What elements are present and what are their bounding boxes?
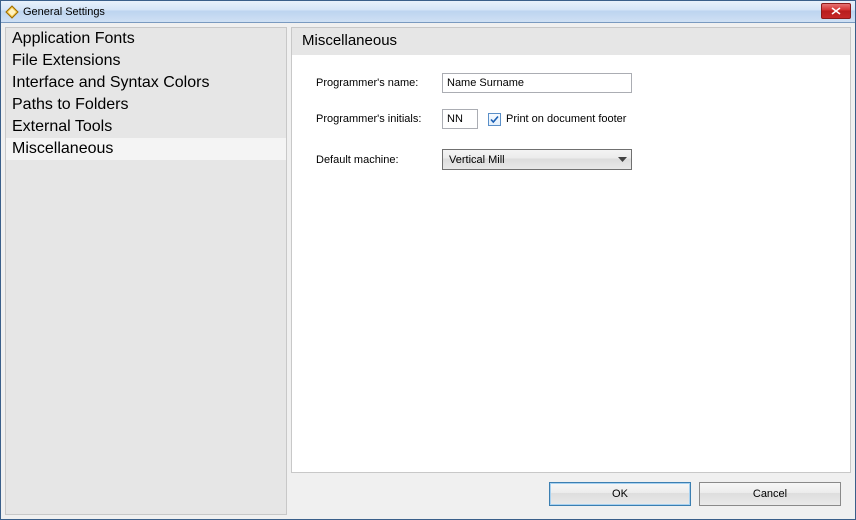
sidebar-item-interface-colors[interactable]: Interface and Syntax Colors (6, 72, 286, 94)
close-button[interactable] (821, 3, 851, 19)
row-programmer-name: Programmer's name: (316, 73, 826, 93)
settings-window: General Settings Application Fonts File … (0, 0, 856, 520)
label-programmer-initials: Programmer's initials: (316, 113, 442, 125)
ok-button[interactable]: OK (549, 482, 691, 506)
input-programmer-name[interactable] (442, 73, 632, 93)
panel-body: Programmer's name: Programmer's initials… (292, 55, 850, 204)
titlebar: General Settings (1, 1, 855, 23)
cancel-button[interactable]: Cancel (699, 482, 841, 506)
label-programmer-name: Programmer's name: (316, 77, 442, 89)
select-default-machine[interactable]: Vertical Mill (442, 149, 632, 170)
app-icon (5, 5, 19, 19)
checkbox-print-footer[interactable] (488, 113, 501, 126)
chevron-down-icon (618, 157, 627, 163)
row-default-machine: Default machine: Vertical Mill (316, 149, 826, 170)
sidebar-item-paths-to-folders[interactable]: Paths to Folders (6, 94, 286, 116)
sidebar-item-file-extensions[interactable]: File Extensions (6, 50, 286, 72)
dialog-footer: OK Cancel (291, 473, 851, 515)
settings-panel: Miscellaneous Programmer's name: Program… (291, 27, 851, 473)
dialog-body: Application Fonts File Extensions Interf… (1, 23, 855, 519)
checkbox-print-footer-wrap: Print on document footer (488, 113, 626, 126)
sidebar-item-application-fonts[interactable]: Application Fonts (6, 28, 286, 50)
category-sidebar: Application Fonts File Extensions Interf… (5, 27, 287, 515)
select-default-machine-value: Vertical Mill (449, 154, 505, 166)
label-print-footer: Print on document footer (506, 113, 626, 125)
row-programmer-initials: Programmer's initials: Print on document… (316, 109, 826, 129)
label-default-machine: Default machine: (316, 154, 442, 166)
window-title: General Settings (23, 6, 105, 18)
main-area: Miscellaneous Programmer's name: Program… (291, 27, 851, 515)
panel-heading: Miscellaneous (292, 28, 850, 55)
input-programmer-initials[interactable] (442, 109, 478, 129)
sidebar-item-external-tools[interactable]: External Tools (6, 116, 286, 138)
sidebar-item-miscellaneous[interactable]: Miscellaneous (6, 138, 286, 160)
